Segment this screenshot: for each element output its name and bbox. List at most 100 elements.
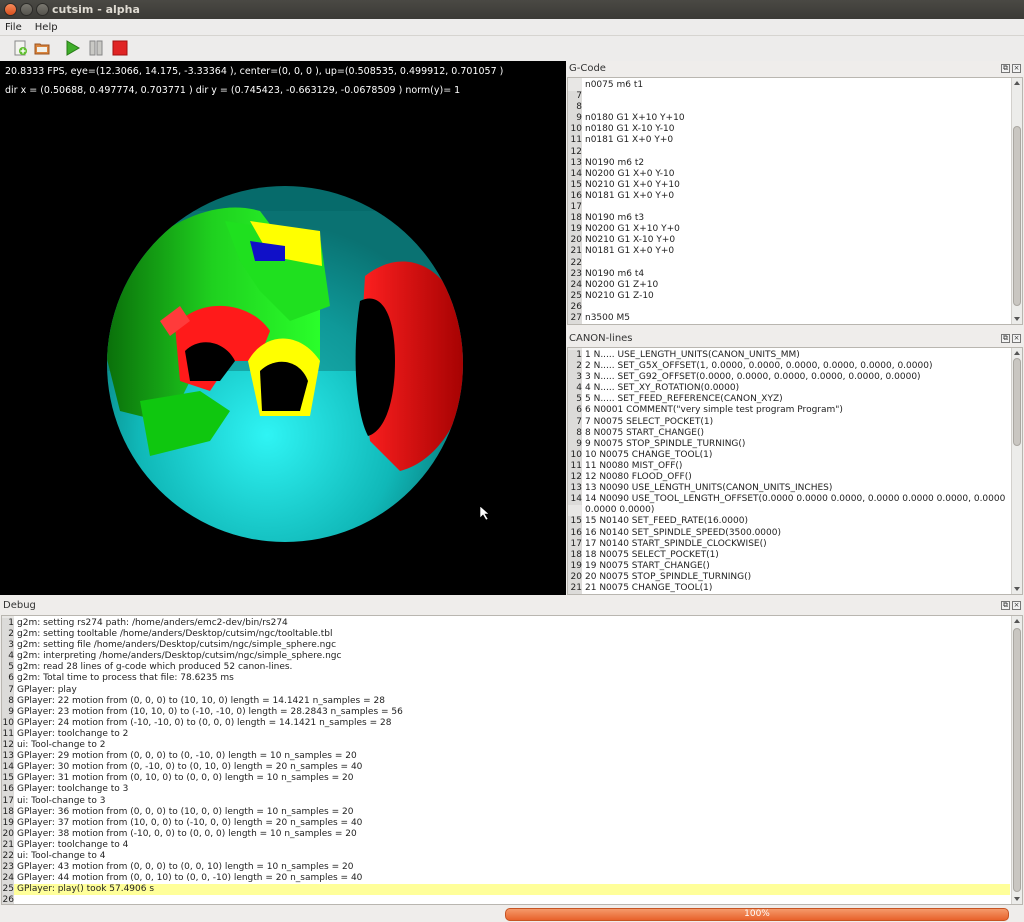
gcode-scroll-thumb[interactable] [1013, 126, 1021, 306]
debug-line: 11 GPlayer: toolchange to 2 [2, 728, 1010, 741]
line-text: n0181 G1 X+0 Y+0 [585, 135, 674, 146]
maximize-window-button[interactable] [36, 3, 49, 16]
float-icon[interactable]: ⧉ [1001, 601, 1010, 610]
close-icon[interactable]: × [1012, 601, 1021, 610]
line-text: GPlayer: 22 motion from (0, 0, 0) to (10… [17, 695, 385, 706]
debug-scrollbar[interactable] [1011, 616, 1022, 904]
line-number: 27 [568, 312, 582, 324]
canon-line: 15 15 N0140 SET_FEED_RATE(16.0000) [568, 516, 1010, 528]
menubar: File Help [0, 19, 1024, 36]
line-text: 5 N..... SET_FEED_REFERENCE(CANON_XYZ) [585, 394, 783, 405]
gcode-line: 15 N0210 G1 X+0 Y+10 [568, 179, 1010, 191]
line-number: 9 [2, 706, 14, 718]
scroll-down-icon[interactable] [1014, 587, 1020, 591]
canon-scrollbar[interactable] [1011, 348, 1022, 594]
new-icon[interactable] [12, 40, 28, 56]
line-number: 21 [2, 839, 14, 851]
line-text: ui: Tool-change to 3 [17, 795, 106, 806]
canon-lines: 11 N..... USE_LENGTH_UNITS(CANON_UNITS_M… [568, 350, 1010, 594]
debug-line: 2 g2m: setting tooltable /home/anders/Des… [2, 629, 1010, 641]
line-number: 18 [568, 549, 582, 561]
menu-file[interactable]: File [0, 19, 27, 36]
float-icon[interactable]: ⧉ [1001, 64, 1010, 73]
line-text: N0181 G1 X+0 Y+0 [585, 246, 675, 257]
3d-viewport[interactable]: 20.8333 FPS, eye=(12.3066, 14.175, -3.33… [0, 61, 566, 595]
line-number: 28 [568, 324, 582, 325]
pause-icon[interactable] [88, 40, 104, 56]
close-icon[interactable]: × [1012, 64, 1021, 73]
line-text: n3500 M5 [585, 312, 630, 323]
debug-line: 17 ui: Tool-change to 3 [2, 795, 1010, 807]
gcode-line: 14 N0200 G1 X+0 Y-10 [568, 168, 1010, 180]
play-icon[interactable] [64, 40, 80, 56]
debug-scroll-thumb[interactable] [1013, 628, 1021, 892]
gcode-line: 18 N0190 m6 t3 [568, 213, 1010, 225]
debug-line: 26 [2, 895, 1010, 904]
gcode-line: 20 N0210 G1 X-10 Y+0 [568, 235, 1010, 247]
debug-line: 1 g2m: setting rs274 path: /home/anders/e… [2, 618, 1010, 630]
canon-line: 13 13 N0090 USE_LENGTH_UNITS(CANON_UNITS_… [568, 483, 1010, 495]
line-number: 7 [568, 416, 582, 428]
line-text: 9 N0075 STOP_SPINDLE_TURNING() [585, 438, 746, 449]
line-text [582, 102, 585, 112]
line-number: 10 [568, 449, 582, 461]
line-text: GPlayer: 44 motion from (0, 0, 10) to (0… [17, 873, 363, 884]
debug-line: 13 GPlayer: 29 motion from (0, 0, 0) to (… [2, 751, 1010, 763]
float-icon[interactable]: ⧉ [1001, 334, 1010, 343]
canon-line: 17 17 N0140 START_SPINDLE_CLOCKWISE() [568, 538, 1010, 550]
progress-bar: 100% [505, 908, 1009, 921]
canon-line: 21 21 N0075 CHANGE_TOOL(1) [568, 582, 1010, 594]
canon-line: 33 N..... SET_G92_OFFSET(0.0000, 0.0000,… [568, 372, 1010, 384]
scroll-up-icon[interactable] [1014, 351, 1020, 355]
line-number: 12 [2, 740, 14, 752]
debug-line: 5 g2m: read 28 lines of g-code which prod… [2, 662, 1010, 674]
stop-icon[interactable] [112, 40, 128, 56]
debug-line: 3 g2m: setting file /home/anders/Desktop/… [2, 640, 1010, 652]
line-number: 25 [2, 884, 14, 896]
close-window-button[interactable] [4, 3, 17, 16]
gcode-lines: n0075 m6 t1 7 8 9 n0180 G1 X+10 Y+10 10 n0180 … [568, 80, 1010, 325]
line-text: N0200 G1 X+0 Y-10 [585, 168, 675, 179]
line-number: 14 [568, 494, 582, 506]
scroll-down-icon[interactable] [1014, 897, 1020, 901]
window-title: cutsim - alpha [52, 3, 140, 16]
line-number: 23 [2, 862, 14, 874]
close-icon[interactable]: × [1012, 334, 1021, 343]
canon-editor[interactable]: 11 N..... USE_LENGTH_UNITS(CANON_UNITS_M… [567, 347, 1023, 595]
scroll-up-icon[interactable] [1014, 81, 1020, 85]
line-text: GPlayer: 24 motion from (-10, -10, 0) to… [17, 717, 392, 728]
gcode-scrollbar[interactable] [1011, 78, 1022, 324]
line-number: 7 [568, 91, 582, 103]
line-number: 18 [2, 806, 14, 818]
line-text: GPlayer: toolchange to 2 [17, 728, 129, 739]
line-number: 11 [568, 460, 582, 473]
line-text: n0075 m6 t1 [585, 80, 644, 90]
open-icon[interactable] [34, 40, 50, 56]
line-text: 0.0000 0.0000) [585, 505, 655, 516]
debug-log[interactable]: 1 g2m: setting rs274 path: /home/anders/e… [1, 615, 1023, 905]
window-titlebar: cutsim - alpha [0, 0, 1024, 19]
gcode-editor[interactable]: n0075 m6 t1 7 8 9 n0180 G1 X+10 Y+10 10 n0180 … [567, 77, 1023, 325]
line-text: N0181 G1 X+0 Y+0 [585, 190, 675, 201]
line-number: 20 [568, 235, 582, 247]
scroll-up-icon[interactable] [1014, 619, 1020, 623]
line-text: N0210 G1 X+0 Y+10 [585, 179, 680, 190]
minimize-window-button[interactable] [20, 3, 33, 16]
gcode-line: 24 N0200 G1 Z+10 [568, 279, 1010, 291]
line-number: 8 [568, 102, 582, 114]
scroll-down-icon[interactable] [1014, 317, 1020, 321]
line-number: 20 [2, 828, 14, 840]
canon-dock-buttons: ⧉ × [1001, 334, 1021, 343]
canon-line: 55 N..... SET_FEED_REFERENCE(CANON_XYZ) [568, 394, 1010, 406]
window-controls [4, 3, 49, 16]
canon-line: 22 N..... SET_G5X_OFFSET(1, 0.0000, 0.00… [568, 361, 1010, 373]
line-number: 5 [2, 662, 14, 674]
line-number: 17 [568, 538, 582, 550]
gcode-line: 26 [568, 301, 1010, 313]
canon-scroll-thumb[interactable] [1013, 358, 1021, 446]
canon-dock-title: CANON-lines [569, 333, 633, 344]
menu-help[interactable]: Help [30, 19, 63, 36]
line-number: 26 [568, 301, 582, 313]
canon-line: 99 N0075 STOP_SPINDLE_TURNING() [568, 438, 1010, 450]
gcode-line: 21 N0181 G1 X+0 Y+0 [568, 246, 1010, 258]
